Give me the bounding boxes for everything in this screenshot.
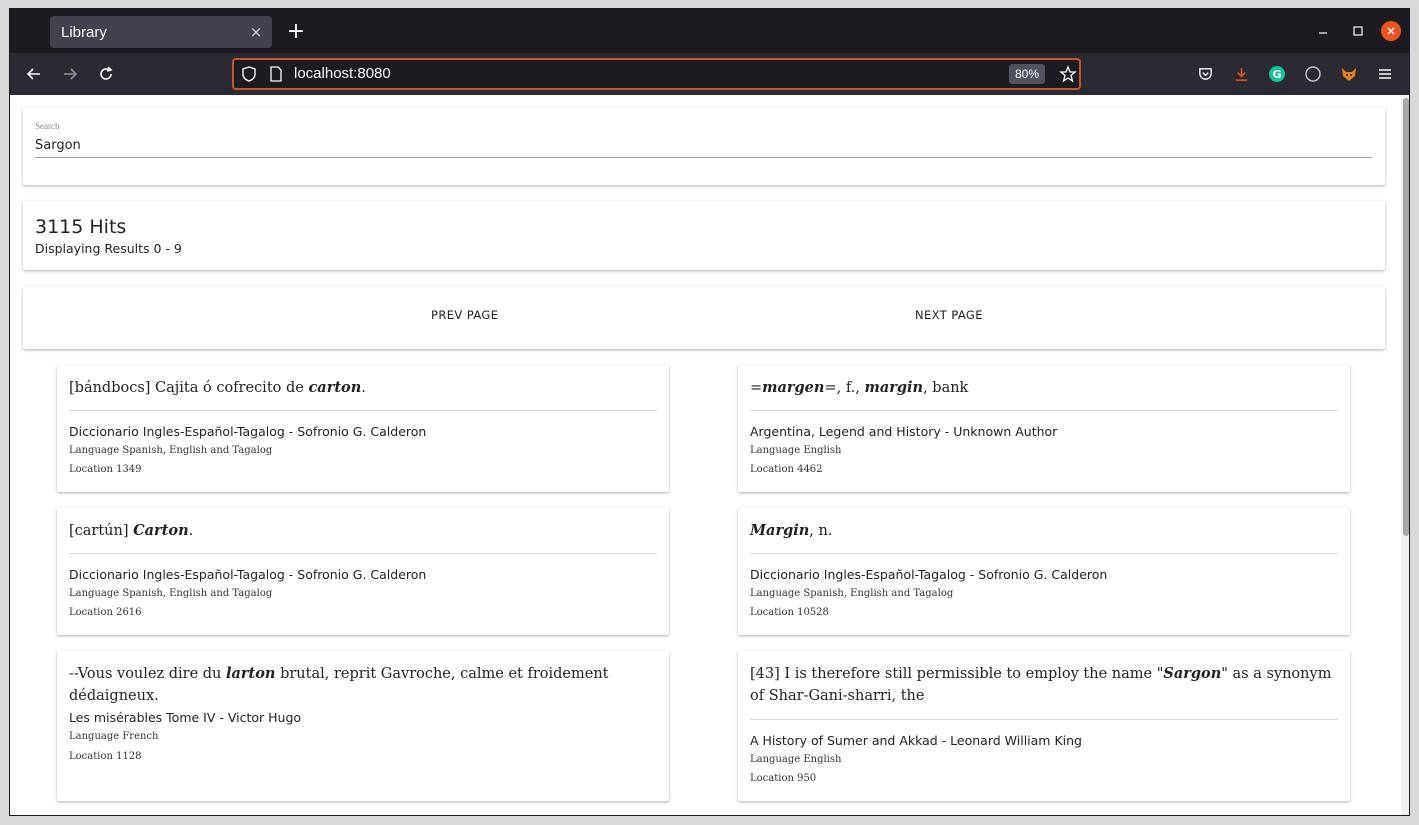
- quote-highlight: carton: [308, 379, 362, 396]
- result-quote: =margen=, f., margin, bank: [750, 377, 1338, 399]
- reload-button[interactable]: [94, 62, 118, 86]
- nav-bar: localhost:8080 80% G: [10, 53, 1409, 95]
- quote-highlight: Carton: [133, 522, 189, 539]
- quote-highlight: larton: [226, 665, 276, 682]
- search-card: Search: [23, 108, 1385, 185]
- quote-highlight: margin: [864, 379, 924, 396]
- result-language: Language Spanish, English and Tagalog: [69, 588, 273, 599]
- scrollbar-thumb[interactable]: [1403, 98, 1409, 536]
- prev-page-button[interactable]: PREV PAGE: [431, 308, 498, 322]
- result-location: Location 1349: [69, 464, 142, 475]
- new-tab-button[interactable]: +: [284, 19, 308, 44]
- result-divider: [69, 410, 657, 411]
- quote-highlight: Sargon: [1163, 665, 1222, 682]
- browser-window: Library × + localhost:8080 80% G Search …: [9, 8, 1410, 816]
- tab-bar: Library × +: [10, 9, 1409, 53]
- result-title: Argentina, Legend and History - Unknown …: [750, 424, 1058, 439]
- next-page-button[interactable]: NEXT PAGE: [915, 308, 983, 322]
- result-divider: [750, 410, 1338, 411]
- quote-text: , n.: [809, 523, 833, 539]
- result-location: Location 950: [750, 773, 817, 784]
- result-title: Diccionario Ingles-Español-Tagalog - Sof…: [69, 424, 427, 439]
- quote-text: [cartún]: [69, 523, 134, 539]
- close-window-button[interactable]: [1381, 21, 1401, 41]
- result-title: A History of Sumer and Akkad - Leonard W…: [750, 733, 1082, 748]
- result-quote: --Vous voulez dire du larton brutal, rep…: [69, 663, 657, 707]
- results-range: Displaying Results 0 - 9: [35, 241, 182, 256]
- result-location: Location 4462: [750, 464, 823, 475]
- bookmark-star-icon[interactable]: [1058, 64, 1078, 84]
- minimize-button[interactable]: [1313, 21, 1333, 41]
- result-card[interactable]: [cartún] Carton. Diccionario Ingles-Espa…: [57, 508, 669, 635]
- result-title: Les misérables Tome IV - Victor Hugo: [69, 710, 302, 725]
- reload-icon: [100, 66, 113, 80]
- download-icon[interactable]: [1231, 64, 1251, 84]
- search-label: Search: [35, 121, 60, 131]
- search-input[interactable]: [35, 134, 1372, 158]
- result-title: Diccionario Ingles-Español-Tagalog - Sof…: [750, 567, 1108, 582]
- arrow-right-icon: [64, 68, 78, 80]
- svg-text:G: G: [1272, 68, 1281, 81]
- tab-close-icon[interactable]: ×: [246, 22, 266, 42]
- result-language: Language English: [750, 754, 842, 765]
- quote-text: =: [750, 380, 763, 396]
- result-card[interactable]: --Vous voulez dire du larton brutal, rep…: [57, 651, 669, 801]
- shield-icon[interactable]: [240, 65, 258, 83]
- quote-text: [bándbocs] Cajita ó cofrecito de: [69, 380, 309, 396]
- quote-text: =, f.,: [824, 380, 865, 396]
- maximize-button[interactable]: [1348, 21, 1368, 41]
- page-icon[interactable]: [268, 65, 284, 83]
- page-scrollbar[interactable]: [1401, 95, 1409, 815]
- grammarly-icon[interactable]: G: [1267, 64, 1287, 84]
- menu-icon[interactable]: [1375, 64, 1395, 84]
- result-quote: Margin, n.: [750, 520, 1338, 542]
- result-divider: [750, 553, 1338, 554]
- result-language: Language Spanish, English and Tagalog: [750, 588, 954, 599]
- hits-card: 3115 Hits Displaying Results 0 - 9: [23, 201, 1385, 270]
- result-quote: [43] I is therefore still permissible to…: [750, 663, 1338, 707]
- url-bar[interactable]: localhost:8080 80%: [232, 58, 1081, 90]
- fox-icon[interactable]: [1339, 64, 1359, 84]
- quote-text: .: [188, 523, 194, 539]
- result-quote: [bándbocs] Cajita ó cofrecito de carton.: [69, 377, 657, 399]
- result-card[interactable]: =margen=, f., margin, bank Argentina, Le…: [738, 365, 1350, 492]
- result-language: Language French: [69, 731, 159, 742]
- tab-title: Library: [61, 23, 107, 41]
- result-card[interactable]: [bándbocs] Cajita ó cofrecito de carton.…: [57, 365, 669, 492]
- hits-count: 3115 Hits: [35, 216, 127, 238]
- forward-button[interactable]: [58, 62, 82, 86]
- quote-text: .: [361, 380, 366, 396]
- url-text[interactable]: localhost:8080: [294, 65, 391, 82]
- arrow-left-icon: [26, 68, 40, 80]
- pagination-card: PREV PAGE NEXT PAGE: [23, 286, 1385, 349]
- result-location: Location 1128: [69, 751, 142, 762]
- page-content: Search 3115 Hits Displaying Results 0 - …: [10, 95, 1401, 815]
- result-quote: [cartún] Carton.: [69, 520, 657, 542]
- result-card[interactable]: [43] I is therefore still permissible to…: [738, 651, 1350, 801]
- result-language: Language English: [750, 445, 842, 456]
- tab-library[interactable]: Library ×: [50, 16, 272, 48]
- result-location: Location 10528: [750, 607, 829, 618]
- result-divider: [750, 719, 1338, 720]
- result-location: Location 2616: [69, 607, 142, 618]
- pocket-icon[interactable]: [1195, 64, 1215, 84]
- result-card[interactable]: Margin, n. Diccionario Ingles-Español-Ta…: [738, 508, 1350, 635]
- quote-text: , bank: [923, 380, 969, 396]
- result-title: Diccionario Ingles-Español-Tagalog - Sof…: [69, 567, 427, 582]
- zoom-level[interactable]: 80%: [1009, 64, 1046, 84]
- result-language: Language Spanish, English and Tagalog: [69, 445, 273, 456]
- result-divider: [69, 553, 657, 554]
- quote-highlight: margen: [762, 379, 825, 396]
- quote-text: --Vous voulez dire du: [69, 666, 227, 682]
- quote-text: [43] I is therefore still permissible to…: [750, 666, 1164, 682]
- quote-highlight: Margin: [750, 522, 810, 539]
- back-button[interactable]: [22, 62, 46, 86]
- circle-icon[interactable]: [1303, 64, 1323, 84]
